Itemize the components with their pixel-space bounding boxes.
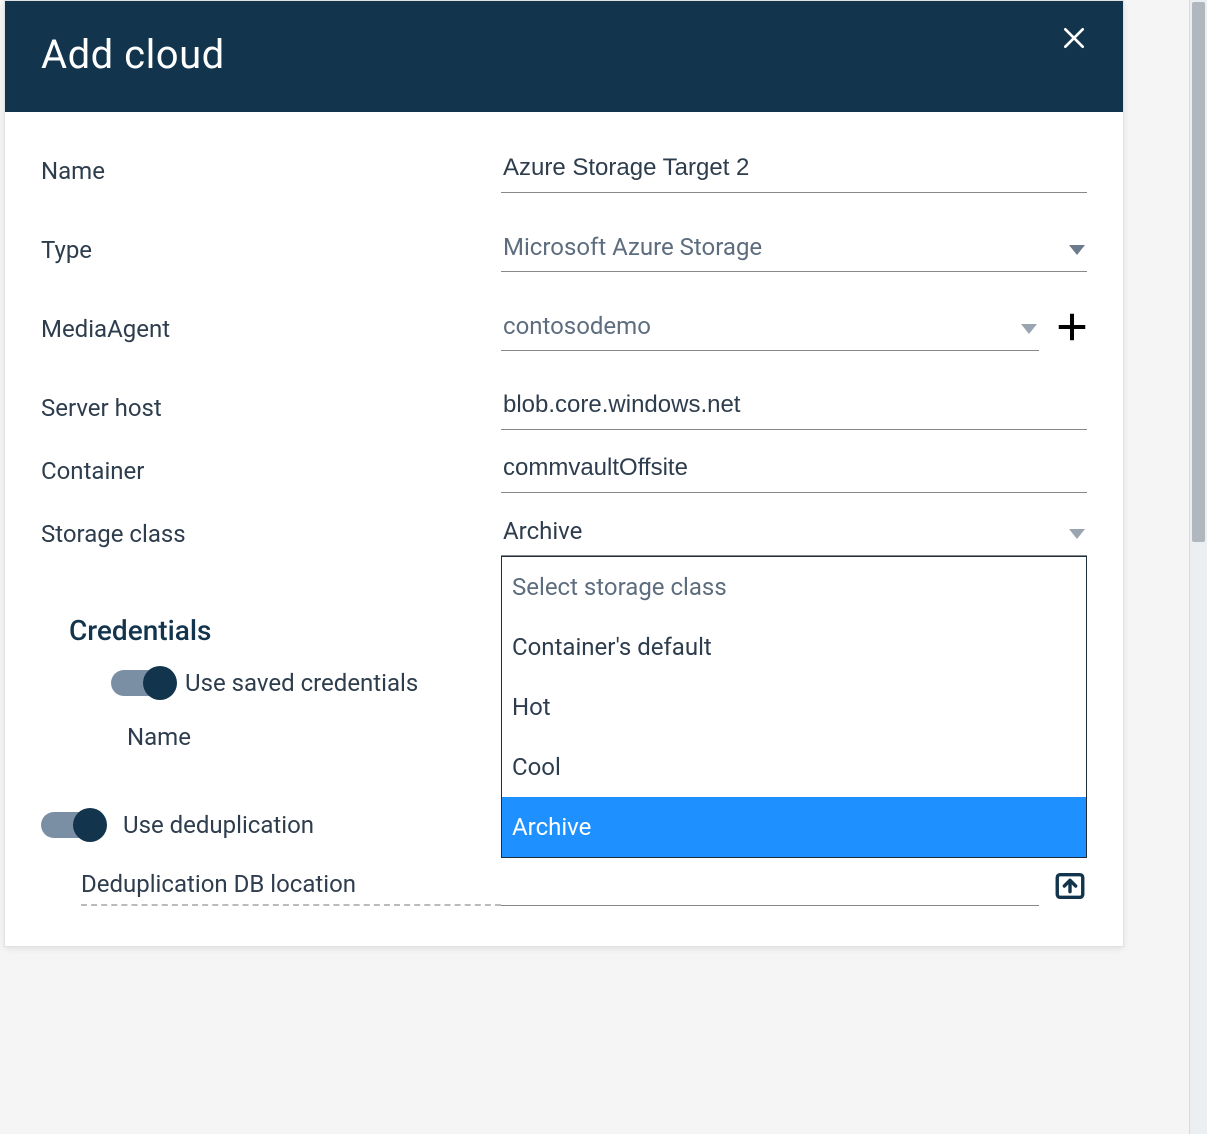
dedup-db-location-label: Deduplication DB location [81, 870, 501, 906]
dedup-db-location-input[interactable] [501, 872, 1039, 906]
upload-icon [1053, 891, 1087, 906]
storageclass-dropdown-panel: Select storage class Container's default… [501, 556, 1087, 858]
chevron-down-icon [1069, 517, 1085, 545]
name-input[interactable] [501, 148, 1087, 193]
use-saved-credentials-label: Use saved credentials [185, 669, 418, 697]
close-icon [1061, 39, 1087, 54]
container-label: Container [41, 457, 501, 485]
add-cloud-dialog: Add cloud Name Type Microsoft Azure Stor… [4, 0, 1124, 947]
storageclass-select-value: Archive [503, 517, 1059, 545]
storageclass-option-archive[interactable]: Archive [502, 797, 1086, 857]
add-mediaagent-button[interactable] [1057, 312, 1087, 345]
serverhost-label: Server host [41, 394, 501, 422]
chevron-down-icon [1021, 312, 1037, 340]
dialog-header: Add cloud [5, 1, 1123, 112]
mediaagent-select-value: contosodemo [503, 312, 1011, 340]
use-saved-credentials-toggle[interactable] [111, 670, 175, 696]
container-input[interactable] [501, 448, 1087, 493]
toggle-knob [73, 808, 107, 842]
toggle-knob [143, 666, 177, 700]
plus-icon [1057, 330, 1087, 345]
storageclass-option-hot[interactable]: Hot [502, 677, 1086, 737]
vertical-scrollbar[interactable] [1189, 0, 1207, 1134]
mediaagent-label: MediaAgent [41, 315, 501, 343]
browse-dedup-location-button[interactable] [1053, 869, 1087, 906]
use-dedup-toggle[interactable] [41, 812, 105, 838]
scrollbar-thumb[interactable] [1192, 2, 1205, 542]
storageclass-option-cool[interactable]: Cool [502, 737, 1086, 797]
serverhost-input[interactable] [501, 385, 1087, 430]
dedup-db-location-row: Deduplication DB location [81, 869, 1087, 906]
name-label: Name [41, 157, 501, 185]
storageclass-select[interactable]: Archive [501, 511, 1087, 556]
type-select-value: Microsoft Azure Storage [503, 233, 1059, 261]
type-label: Type [41, 236, 501, 264]
type-select[interactable]: Microsoft Azure Storage [501, 227, 1087, 272]
use-dedup-label: Use deduplication [123, 811, 314, 839]
storageclass-option-containers-default[interactable]: Container's default [502, 617, 1086, 677]
storageclass-label: Storage class [41, 520, 501, 548]
chevron-down-icon [1069, 233, 1085, 261]
storageclass-option-placeholder[interactable]: Select storage class [502, 557, 1086, 617]
credentials-name-label: Name [127, 723, 191, 751]
mediaagent-select[interactable]: contosodemo [501, 306, 1039, 351]
dialog-title: Add cloud [41, 31, 225, 78]
close-button[interactable] [1061, 25, 1087, 54]
